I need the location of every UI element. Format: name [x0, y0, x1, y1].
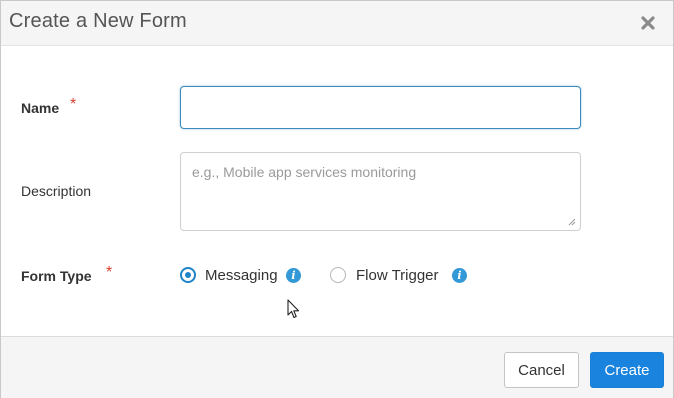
- create-button[interactable]: Create: [590, 352, 664, 388]
- dialog-header: Create a New Form: [1, 1, 673, 46]
- form-type-label: Form Type: [21, 268, 92, 284]
- create-form-dialog: Create a New Form Name * Description For…: [0, 0, 674, 398]
- resize-grip-icon[interactable]: [567, 217, 576, 226]
- form-type-required-mark: *: [106, 264, 113, 281]
- close-icon[interactable]: [639, 14, 657, 32]
- info-icon[interactable]: i: [452, 268, 467, 283]
- mouse-cursor-icon: [287, 299, 300, 319]
- radio-label-messaging[interactable]: Messaging: [205, 267, 278, 284]
- cancel-button[interactable]: Cancel: [504, 352, 579, 388]
- info-icon[interactable]: i: [286, 268, 301, 283]
- description-textarea[interactable]: [180, 152, 581, 231]
- dialog-title: Create a New Form: [9, 10, 187, 32]
- radio-label-flow-trigger[interactable]: Flow Trigger: [356, 267, 439, 284]
- name-input[interactable]: [180, 86, 581, 129]
- radio-messaging[interactable]: [180, 267, 196, 283]
- description-label: Description: [21, 183, 92, 199]
- radio-flow-trigger[interactable]: [330, 267, 346, 283]
- name-required-mark: *: [70, 96, 77, 113]
- name-label: Name: [21, 100, 60, 116]
